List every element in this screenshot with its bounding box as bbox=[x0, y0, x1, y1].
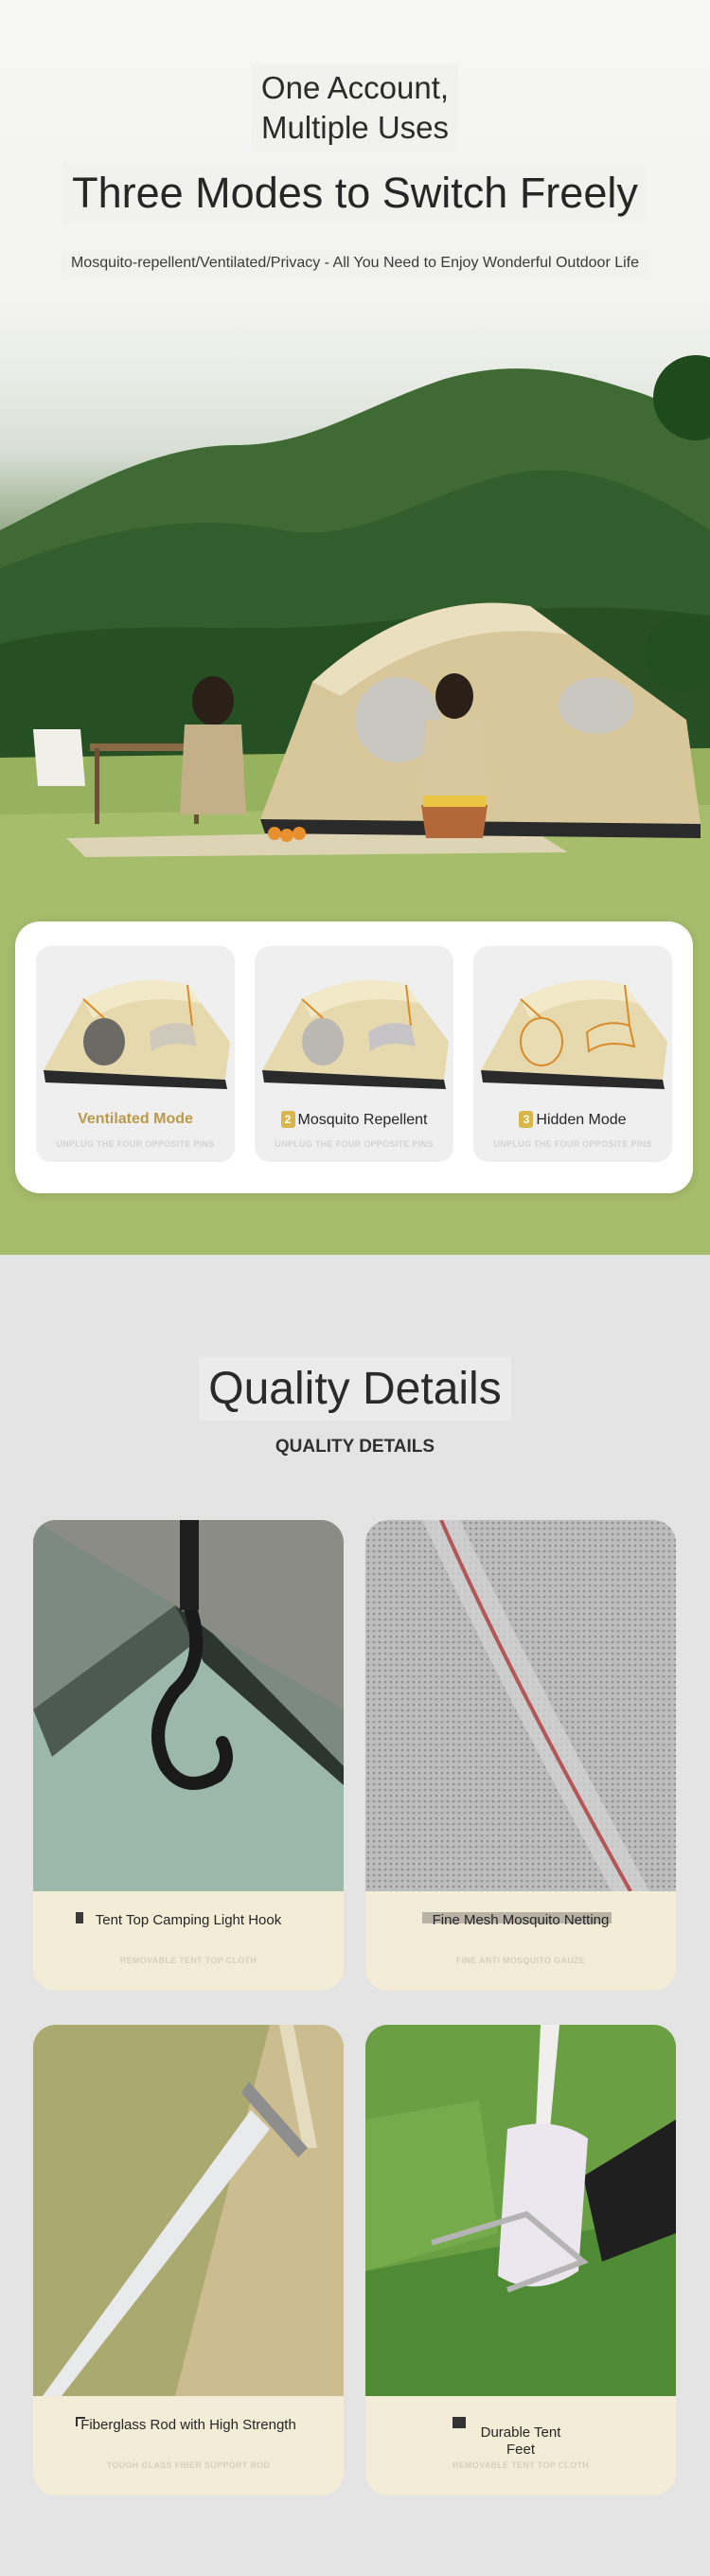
quality-title: Quality Details bbox=[0, 1357, 710, 1421]
mode-label-text: Mosquito Repellent bbox=[297, 1112, 428, 1128]
mode-caption: UNPLUG THE FOUR OPPOSITE PINS bbox=[275, 1139, 434, 1149]
hero-section: One Account, Multiple Uses Three Modes to… bbox=[0, 0, 710, 1255]
tent-ventilated-image bbox=[44, 980, 230, 1089]
mode-number-badge: 3 bbox=[519, 1111, 534, 1128]
quality-label-line1: Durable Tent bbox=[480, 2424, 561, 2441]
quality-card-rod: Fiberglass Rod with High Strength TOUGH … bbox=[33, 2025, 344, 2496]
mode-label: Ventilated Mode bbox=[78, 1111, 193, 1127]
mode-number-badge: 2 bbox=[280, 1111, 295, 1128]
quality-label-line2: Feet bbox=[506, 2442, 535, 2458]
mode-tile-mosquito: 2 Mosquito Repellent UNPLUG THE FOUR OPPO… bbox=[255, 946, 453, 1162]
quality-label: Fine Mesh Mosquito Netting bbox=[432, 1912, 610, 1928]
quality-label: Durable Tent Feet bbox=[365, 2424, 676, 2459]
hero-title-line1: One Account, bbox=[260, 70, 450, 105]
mode-tile-hidden: 3 Hidden Mode UNPLUG THE FOUR OPPOSITE PI… bbox=[473, 946, 672, 1162]
mesh-photo bbox=[365, 1520, 676, 1891]
quality-card-hook: Tent Top Camping Light Hook REMOVABLE TE… bbox=[33, 1520, 344, 1991]
hero-title-line2: Multiple Uses bbox=[260, 110, 450, 145]
rod-photo bbox=[33, 2025, 344, 2396]
mode-label-text: Hidden Mode bbox=[536, 1112, 627, 1128]
quality-caption: REMOVABLE TENT TOP CLOTH bbox=[452, 2460, 590, 2470]
quality-label: Tent Top Camping Light Hook bbox=[95, 1912, 282, 1928]
tent-hidden-image bbox=[481, 980, 667, 1089]
quality-card-mesh: Fine Mesh Mosquito Netting FINE ANTI MOS… bbox=[365, 1520, 676, 1991]
hero-subtitle: Mosquito-repellent/Ventilated/Privacy - … bbox=[0, 251, 710, 276]
quality-subtitle: QUALITY DETAILS bbox=[275, 1437, 435, 1457]
tent-mosquito-image bbox=[262, 980, 449, 1089]
hero-title: One Account, Multiple Uses bbox=[0, 64, 710, 152]
mode-label: 2 Mosquito Repellent bbox=[255, 1111, 453, 1129]
quality-label: Fiberglass Rod with High Strength bbox=[80, 2417, 296, 2433]
mode-label: 3 Hidden Mode bbox=[473, 1111, 672, 1129]
hero-headline: Three Modes to Switch Freely bbox=[0, 163, 710, 224]
quality-card-feet: Durable Tent Feet REMOVABLE TENT TOP CLO… bbox=[365, 2025, 676, 2496]
mode-caption: UNPLUG THE FOUR OPPOSITE PINS bbox=[493, 1139, 652, 1149]
quality-caption: REMOVABLE TENT TOP CLOTH bbox=[119, 1956, 257, 1965]
quality-title-text: Quality Details bbox=[199, 1357, 511, 1421]
quality-section: Quality Details QUALITY DETAILS Tent Top… bbox=[0, 1255, 710, 2576]
quality-caption: FINE ANTI MOSQUITO GAUZE bbox=[455, 1956, 586, 1965]
hero-headline-text: Three Modes to Switch Freely bbox=[62, 163, 648, 224]
hook-photo bbox=[33, 1520, 344, 1891]
hero-subtitle-text: Mosquito-repellent/Ventilated/Privacy - … bbox=[61, 251, 649, 276]
modes-card: Ventilated Mode UNPLUG THE FOUR OPPOSITE… bbox=[15, 921, 693, 1193]
tent-feet-photo bbox=[365, 2025, 676, 2396]
quality-caption: TOUGH GLASS FIBER SUPPORT ROD bbox=[106, 2460, 271, 2470]
mode-tile-ventilated: Ventilated Mode UNPLUG THE FOUR OPPOSITE… bbox=[36, 946, 235, 1162]
mode-caption: UNPLUG THE FOUR OPPOSITE PINS bbox=[56, 1139, 215, 1149]
